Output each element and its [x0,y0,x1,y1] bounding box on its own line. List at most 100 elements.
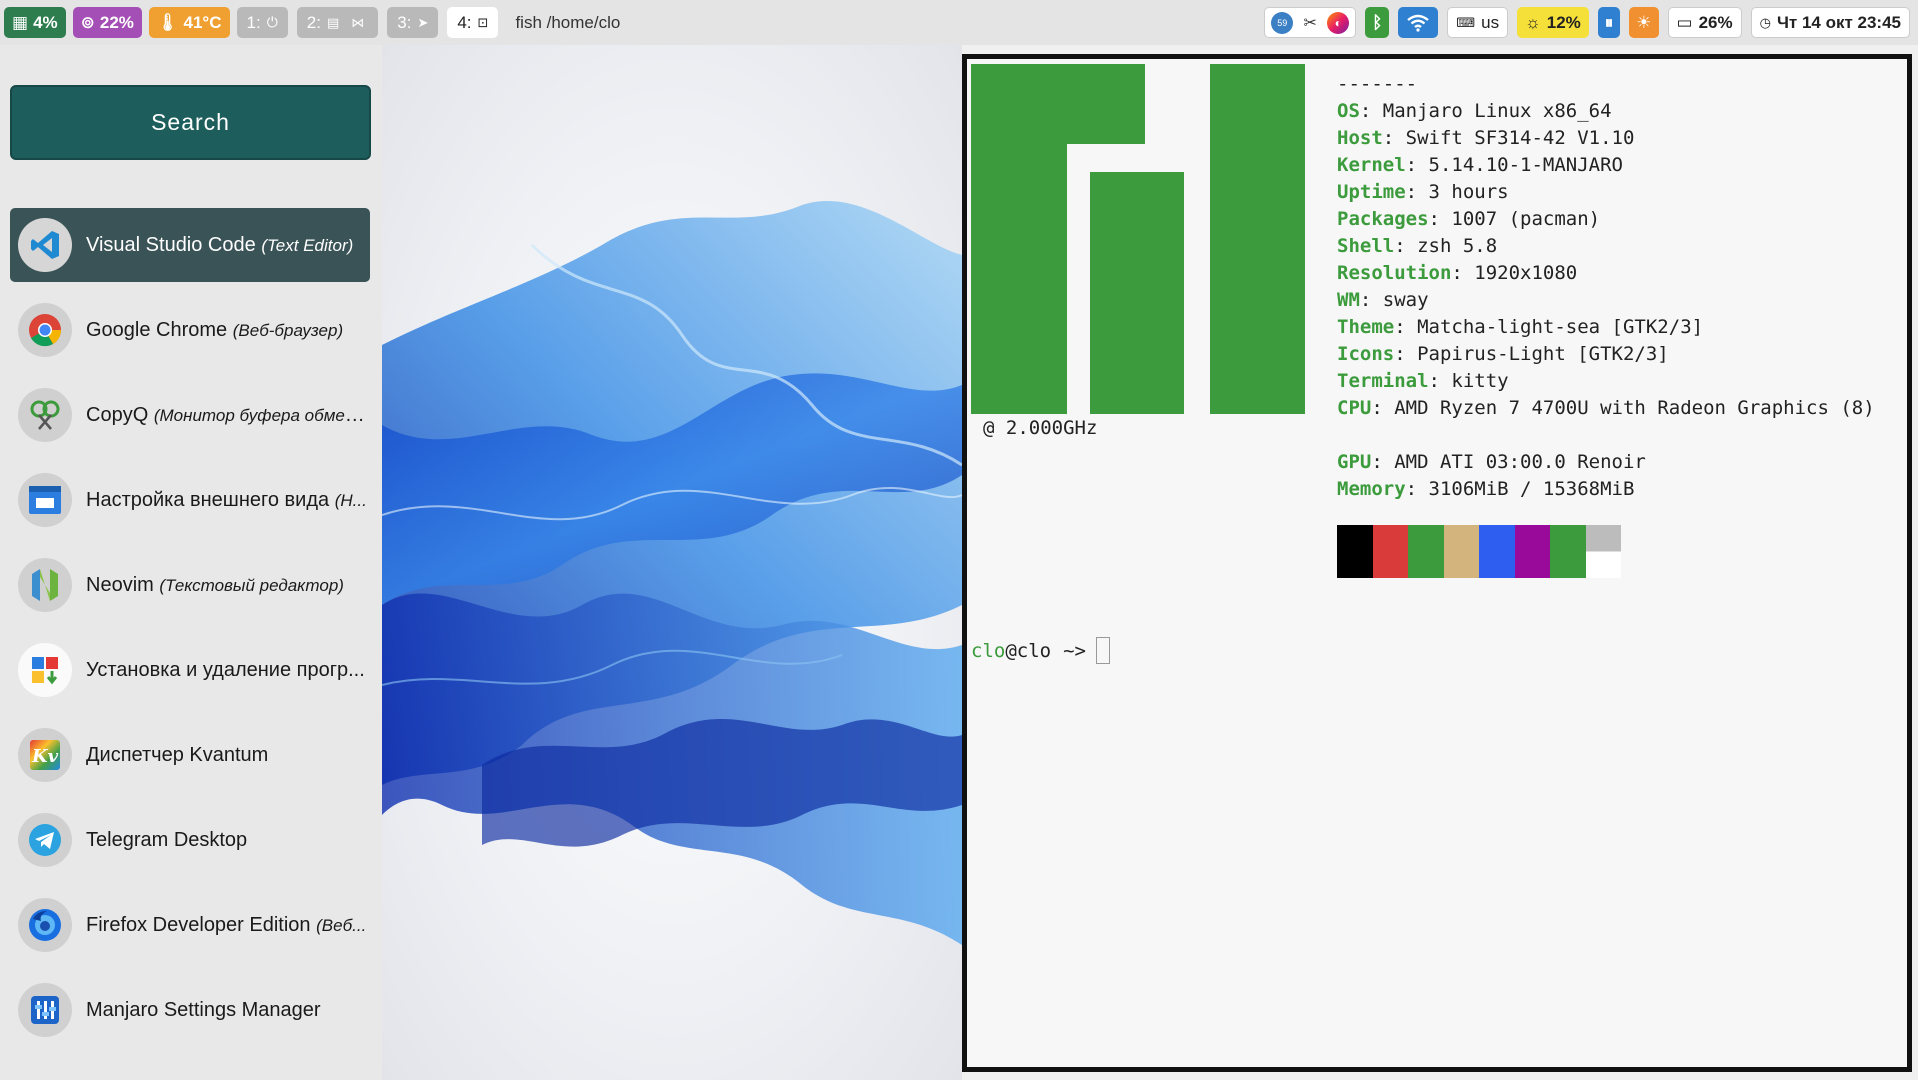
workspace-3[interactable]: 3: ➤ [387,7,439,38]
chrome-icon [18,303,72,357]
terminal-window[interactable]: @ 2.000GHz ------- OS: Manjaro Linux x86_… [962,54,1912,1072]
info-shell: Shell: zsh 5.8 [1337,235,1498,257]
info-wm: WM: sway [1337,289,1429,311]
keyboard-layout-indicator[interactable]: ⌨ us [1447,7,1509,38]
copyq-tray-icon[interactable]: ✂ [1299,11,1322,34]
palette-swatch [1550,525,1586,578]
info-memory: Memory: 3106MiB / 15368MiB [1337,478,1635,500]
wifi-indicator[interactable] [1398,7,1439,38]
info-host: Host: Swift SF314-42 V1.10 [1337,127,1635,149]
launcher-item-chrome[interactable]: Google Chrome (Веб-браузер) [10,293,370,367]
cpu-value: 4% [33,12,58,32]
launcher-item-firefox-dev[interactable]: Firefox Developer Edition (Веб... [10,888,370,962]
info-kernel: Kernel: 5.14.10-1-MANJARO [1337,154,1623,176]
temperature-indicator[interactable]: 🌡︎ 41°C [148,7,230,38]
palette-swatch [1514,525,1550,578]
neovim-icon [18,558,72,612]
workspace-label: 1: [246,12,261,32]
keyboard-icon: ⌨ [1456,14,1476,30]
app-name: Manjaro Settings Manager [86,998,321,1021]
logo-block-right [1210,64,1305,414]
logo-block-middle [1090,172,1184,414]
app-name: Visual Studio Code (Text Editor) [86,233,354,256]
top-bar: ▦ 4% ⊚ 22% 🌡︎ 41°C 1: ⏻ 2: ▤ ⋈ 3: ➤ 4: ⊡… [0,0,1918,45]
pause-icon: ⏸ [1604,12,1614,32]
telegram-small-icon: ➤ [417,14,429,30]
wifi-icon [1407,14,1430,32]
text-cursor [1095,637,1110,664]
battery-indicator[interactable]: ▭ 26% [1667,7,1742,38]
info-resolution: Resolution: 1920x1080 [1337,262,1578,284]
kvantum-icon: Kv [18,728,72,782]
palette-swatch [1408,525,1444,578]
launcher-item-vscode[interactable]: Visual Studio Code (Text Editor) [10,208,370,282]
launcher-item-telegram[interactable]: Telegram Desktop [10,803,370,877]
blue-silk-wallpaper-image [382,200,962,945]
telegram-icon [18,813,72,867]
app-name: Установка и удаление прогр... [86,658,365,681]
keyboard-layout-value: us [1481,12,1500,32]
battery-icon: ▭ [1676,12,1693,32]
app-name: Google Chrome (Веб-браузер) [86,318,344,341]
cpu-speed-tail: @ 2.000GHz [983,417,1098,439]
app-name: Neovim (Текстовый редактор) [86,573,344,596]
brightness-value: 12% [1546,12,1581,32]
thermometer-icon: 🌡︎ [156,12,179,32]
night-light-toggle[interactable]: ☀ [1629,7,1659,38]
info-uptime: Uptime: 3 hours [1337,181,1509,203]
app-name: Диспетчер Kvantum [86,743,269,766]
workspace-label: 2: [306,12,321,32]
info-cpu: CPU: AMD Ryzen 7 4700U with Radeon Graph… [1337,397,1875,419]
cpu-icon: ▦ [12,12,29,32]
info-separator: ------- [1337,73,1418,95]
launcher-item-kvantum[interactable]: Kv Диспетчер Kvantum [10,718,370,792]
info-terminal: Terminal: kitty [1337,370,1509,392]
info-packages: Packages: 1007 (pacman) [1337,208,1601,230]
sun-icon: ☼ [1525,12,1541,32]
package-manager-icon [18,643,72,697]
logo-block-top [971,64,1145,144]
info-theme: Theme: Matcha-light-sea [GTK2/3] [1337,316,1704,338]
desktop-wallpaper [382,45,962,1080]
app-name: CopyQ (Монитор буфера обмена) [86,403,368,426]
temperature-value: 41°C [183,12,222,32]
workspace-1[interactable]: 1: ⏻ [236,7,288,38]
info-icons: Icons: Papirus-Light [GTK2/3] [1337,343,1669,365]
launcher-item-copyq[interactable]: CopyQ (Монитор буфера обмена) [10,378,370,452]
copyq-icon [18,388,72,442]
vscode-icon [18,218,72,272]
prompt-arrow: ~> [1063,639,1086,662]
color-palette [1337,525,1621,578]
info-os: OS: Manjaro Linux x86_64 [1337,100,1612,122]
launcher-item-neovim[interactable]: Neovim (Текстовый редактор) [10,548,370,622]
info-gpu: GPU: AMD ATI 03:00.0 Renoir [1337,451,1646,473]
app-name: Firefox Developer Edition (Веб... [86,913,367,936]
memory-icon: ⊚ [80,12,95,32]
memory-indicator[interactable]: ⊚ 22% [72,7,142,38]
vscode-small-icon: ⋈ [351,14,365,30]
launcher-item-manjaro-settings[interactable]: Manjaro Settings Manager [10,973,370,1047]
app-name: Telegram Desktop [86,828,248,851]
cpu-indicator[interactable]: ▦ 4% [4,7,66,38]
palette-swatch [1443,525,1479,578]
workspace-4[interactable]: 4: ⊡ [447,7,499,38]
launcher-item-appearance[interactable]: Настройка внешнего вида (Н... [10,463,370,537]
bluetooth-indicator[interactable]: ᛒ [1365,7,1390,38]
tray-badge: 59 [1277,17,1288,28]
prompt-host: @clo [1005,639,1052,662]
firefox-tray-icon[interactable]: ◐ [1327,11,1350,34]
telegram-tray-icon[interactable]: 59 [1271,11,1294,34]
firefox-icon [18,898,72,952]
workspace-label: 3: [397,12,412,32]
svg-text:Kv: Kv [31,746,59,767]
manjaro-logo [971,64,1305,414]
search-input[interactable]: Search [10,85,371,160]
appearance-icon [18,473,72,527]
idle-inhibitor[interactable]: ⏸ [1597,7,1621,38]
shell-prompt[interactable]: clo @clo ~> [971,637,1110,664]
launcher-item-package-manager[interactable]: Установка и удаление прогр... [10,633,370,707]
workspace-2[interactable]: 2: ▤ ⋈ [296,7,379,38]
clock[interactable]: ◷ Чт 14 окт 23:45 [1750,7,1910,38]
window-title: fish /home/clo [515,12,621,32]
brightness-indicator[interactable]: ☼ 12% [1517,7,1589,38]
